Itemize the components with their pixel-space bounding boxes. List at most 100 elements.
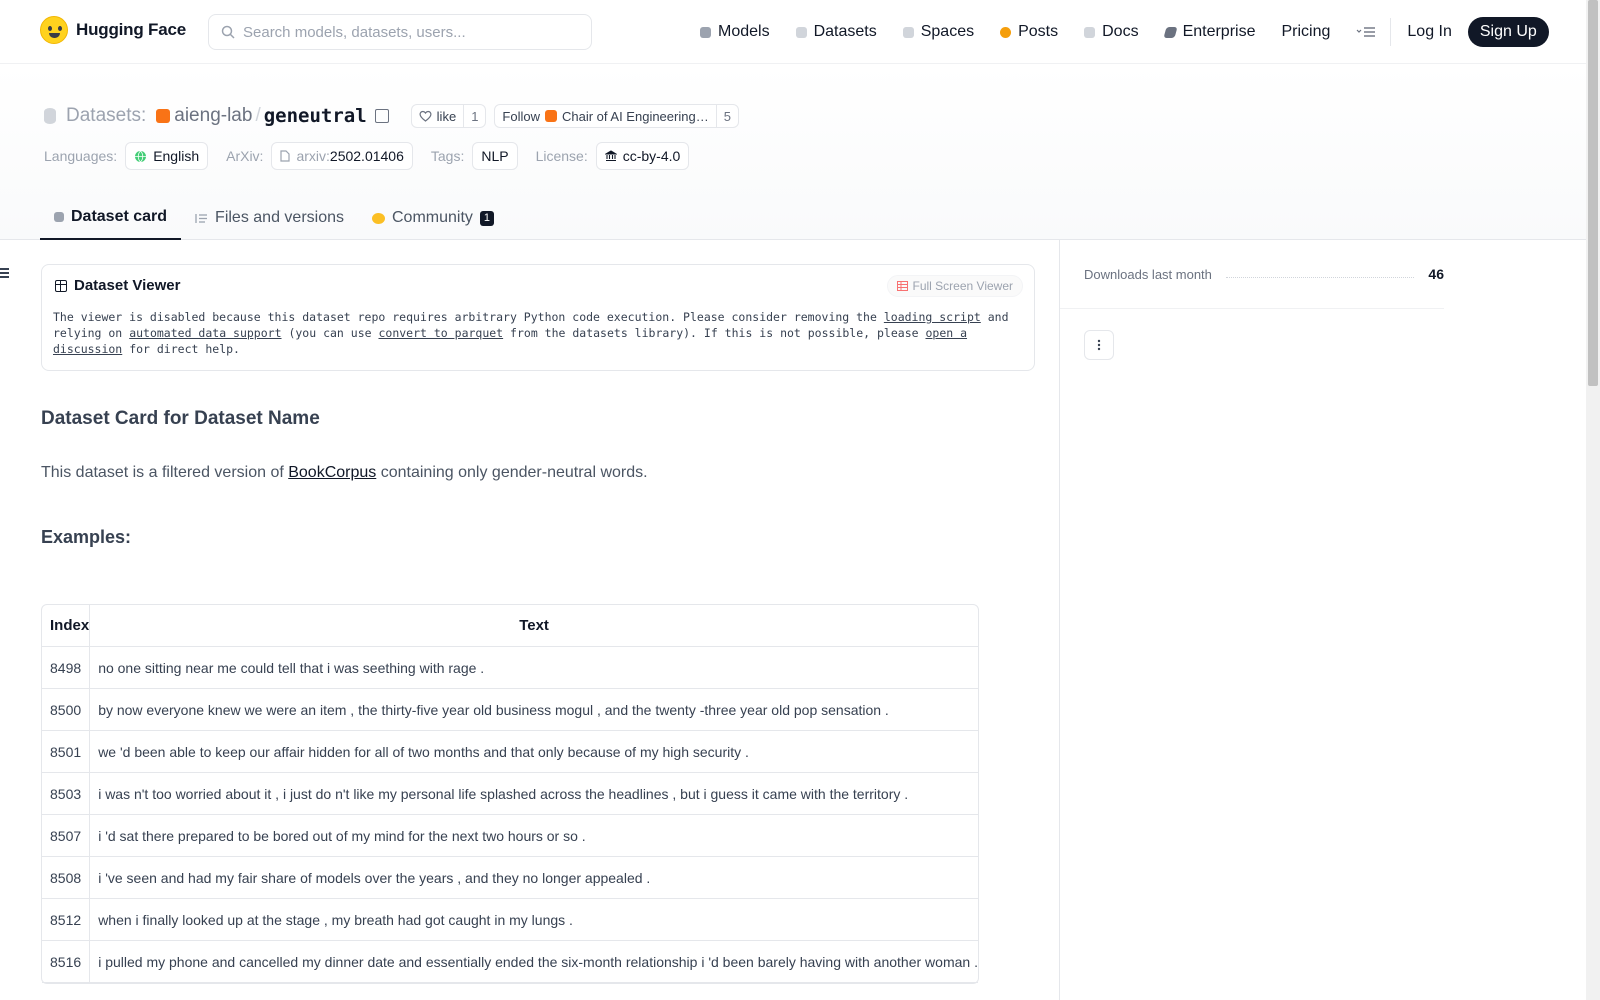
license-value: cc-by-4.0 — [622, 148, 681, 164]
tab-files-label: Files and versions — [215, 209, 344, 226]
loading-script-link[interactable]: loading script — [884, 310, 981, 324]
arxiv-tag[interactable]: arxiv: 2502.01406 — [271, 142, 413, 170]
downloads-count: 46 — [1428, 266, 1444, 282]
cube-icon — [54, 212, 64, 222]
table-row: 8498 no one sitting near me could tell t… — [42, 647, 978, 689]
follow-label: Follow — [502, 108, 540, 124]
language-tag[interactable]: English — [125, 142, 209, 170]
tab-dataset-card[interactable]: Dataset card — [40, 196, 182, 240]
table-row: 8501 we 'd been able to keep our affair … — [42, 731, 978, 773]
table-row: 8516 i pulled my phone and cancelled my … — [42, 941, 978, 983]
languages-label: Languages: — [44, 148, 118, 164]
full-screen-label: Full Screen Viewer — [912, 279, 1014, 293]
section-link[interactable]: Datasets: — [66, 105, 146, 127]
nav-links: Models Datasets Spaces Posts Docs Enterp… — [700, 0, 1549, 64]
follow-button[interactable]: Follow Chair of AI Engineering… 5 — [494, 104, 739, 128]
card-intro: This dataset is a filtered version of Bo… — [41, 464, 648, 482]
row-text: we 'd been able to keep our affair hidde… — [90, 731, 978, 773]
search-input[interactable] — [243, 23, 573, 41]
copy-icon[interactable] — [374, 109, 389, 123]
org-avatar — [156, 109, 171, 123]
repo-tabs: Dataset card Files and versions Communit… — [40, 196, 508, 240]
row-index: 8501 — [42, 731, 91, 773]
table-row: 8503 i was n't too worried about it , i … — [42, 773, 978, 815]
nav-docs-label: Docs — [1102, 23, 1139, 40]
table-row: 8508 i 've seen and had my fair share of… — [42, 857, 978, 899]
org-link[interactable]: aieng-lab — [174, 105, 252, 127]
convert-to-parquet-link[interactable]: convert to parquet — [378, 326, 503, 340]
follow-org-avatar — [545, 110, 557, 122]
nav-docs[interactable]: Docs — [1084, 23, 1139, 41]
nav-datasets-label: Datasets — [813, 23, 877, 40]
dotted-leader — [1225, 270, 1415, 278]
row-text: by now everyone knew we were an item , t… — [90, 689, 978, 731]
like-count: 1 — [463, 105, 485, 127]
arxiv-id: 2502.01406 — [329, 148, 404, 164]
community-bubble-icon — [372, 212, 385, 224]
language-value: English — [153, 148, 200, 164]
row-index: 8507 — [42, 815, 91, 857]
row-text: i 've seen and had my fair share of mode… — [90, 857, 978, 899]
tab-files-and-versions[interactable]: Files and versions — [181, 196, 358, 240]
column-header-text: Text — [90, 605, 978, 647]
tab-dataset-card-label: Dataset card — [71, 208, 168, 225]
nav-enterprise[interactable]: Enterprise — [1163, 23, 1255, 41]
nav-spaces-label: Spaces — [920, 23, 975, 40]
more-menu-button[interactable] — [1356, 26, 1376, 38]
license-tag[interactable]: cc-by-4.0 — [595, 142, 690, 170]
vertical-dots-icon — [1097, 339, 1101, 351]
signup-button[interactable]: Sign Up — [1467, 17, 1549, 47]
models-cube-icon — [700, 26, 711, 38]
brand-name: Hugging Face — [76, 20, 186, 39]
page-scrollbar[interactable] — [1586, 0, 1600, 1000]
nlp-tag[interactable]: NLP — [472, 142, 518, 170]
login-button[interactable]: Log In — [1407, 23, 1451, 41]
more-options-button[interactable] — [1084, 330, 1114, 360]
viewer-title-text: Dataset Viewer — [74, 277, 181, 294]
card-heading: Dataset Card for Dataset Name — [41, 408, 320, 429]
downloads-stat: Downloads last month 46 — [1084, 266, 1444, 282]
bookcorpus-link[interactable]: BookCorpus — [288, 464, 376, 481]
repo-title: Datasets: aieng-lab / geneutral like 1 F… — [44, 100, 747, 132]
row-text: i pulled my phone and cancelled my dinne… — [90, 941, 978, 983]
sidebar-divider — [1060, 308, 1444, 309]
metadata-row: Languages: English ArXiv: arxiv: 2502.01… — [44, 142, 707, 170]
toc-toggle-button[interactable] — [0, 268, 10, 280]
nav-divider — [1390, 18, 1392, 46]
top-navigation: Hugging Face Models Datasets Spaces Post… — [0, 0, 1586, 64]
brand-logo-link[interactable]: Hugging Face — [40, 16, 186, 44]
search-icon — [221, 25, 235, 39]
table-grid-icon — [896, 281, 908, 291]
nav-posts[interactable]: Posts — [1000, 23, 1058, 41]
arxiv-prefix: arxiv: — [296, 148, 330, 164]
table-row: 8500 by now everyone knew we were an ite… — [42, 689, 978, 731]
automated-data-support-link[interactable]: automated data support — [129, 326, 281, 340]
search-box — [208, 14, 592, 50]
hugging-face-logo-icon — [40, 16, 68, 44]
spaces-grid-icon — [902, 26, 914, 38]
full-screen-viewer-button[interactable]: Full Screen Viewer — [886, 275, 1023, 297]
row-index: 8503 — [42, 773, 91, 815]
viewer-title: Dataset Viewer — [55, 277, 180, 294]
enterprise-icon — [1163, 26, 1178, 38]
tab-community-label: Community — [392, 209, 473, 226]
globe-icon — [135, 150, 147, 162]
scrollbar-thumb[interactable] — [1588, 0, 1598, 386]
tags-label: Tags: — [430, 148, 465, 164]
row-index: 8498 — [42, 647, 91, 689]
msg-part-1: The viewer is disabled because this data… — [53, 310, 877, 324]
intro-part-1: This dataset is a filtered version of — [41, 464, 284, 481]
nav-pricing[interactable]: Pricing — [1281, 23, 1330, 41]
tab-community[interactable]: Community 1 — [358, 196, 508, 240]
dataset-name[interactable]: geneutral — [264, 105, 367, 127]
like-button[interactable]: like 1 — [410, 104, 487, 128]
msg-part-3: (you can use — [288, 326, 372, 340]
menu-list-icon — [1356, 27, 1376, 37]
nav-pricing-label: Pricing — [1281, 23, 1331, 40]
nav-spaces[interactable]: Spaces — [902, 23, 975, 41]
nav-models[interactable]: Models — [700, 23, 770, 41]
row-index: 8508 — [42, 857, 91, 899]
nav-datasets[interactable]: Datasets — [795, 23, 877, 41]
row-text: when i finally looked up at the stage , … — [90, 899, 978, 941]
msg-part-4: from the datasets library). If this is n… — [510, 326, 919, 340]
